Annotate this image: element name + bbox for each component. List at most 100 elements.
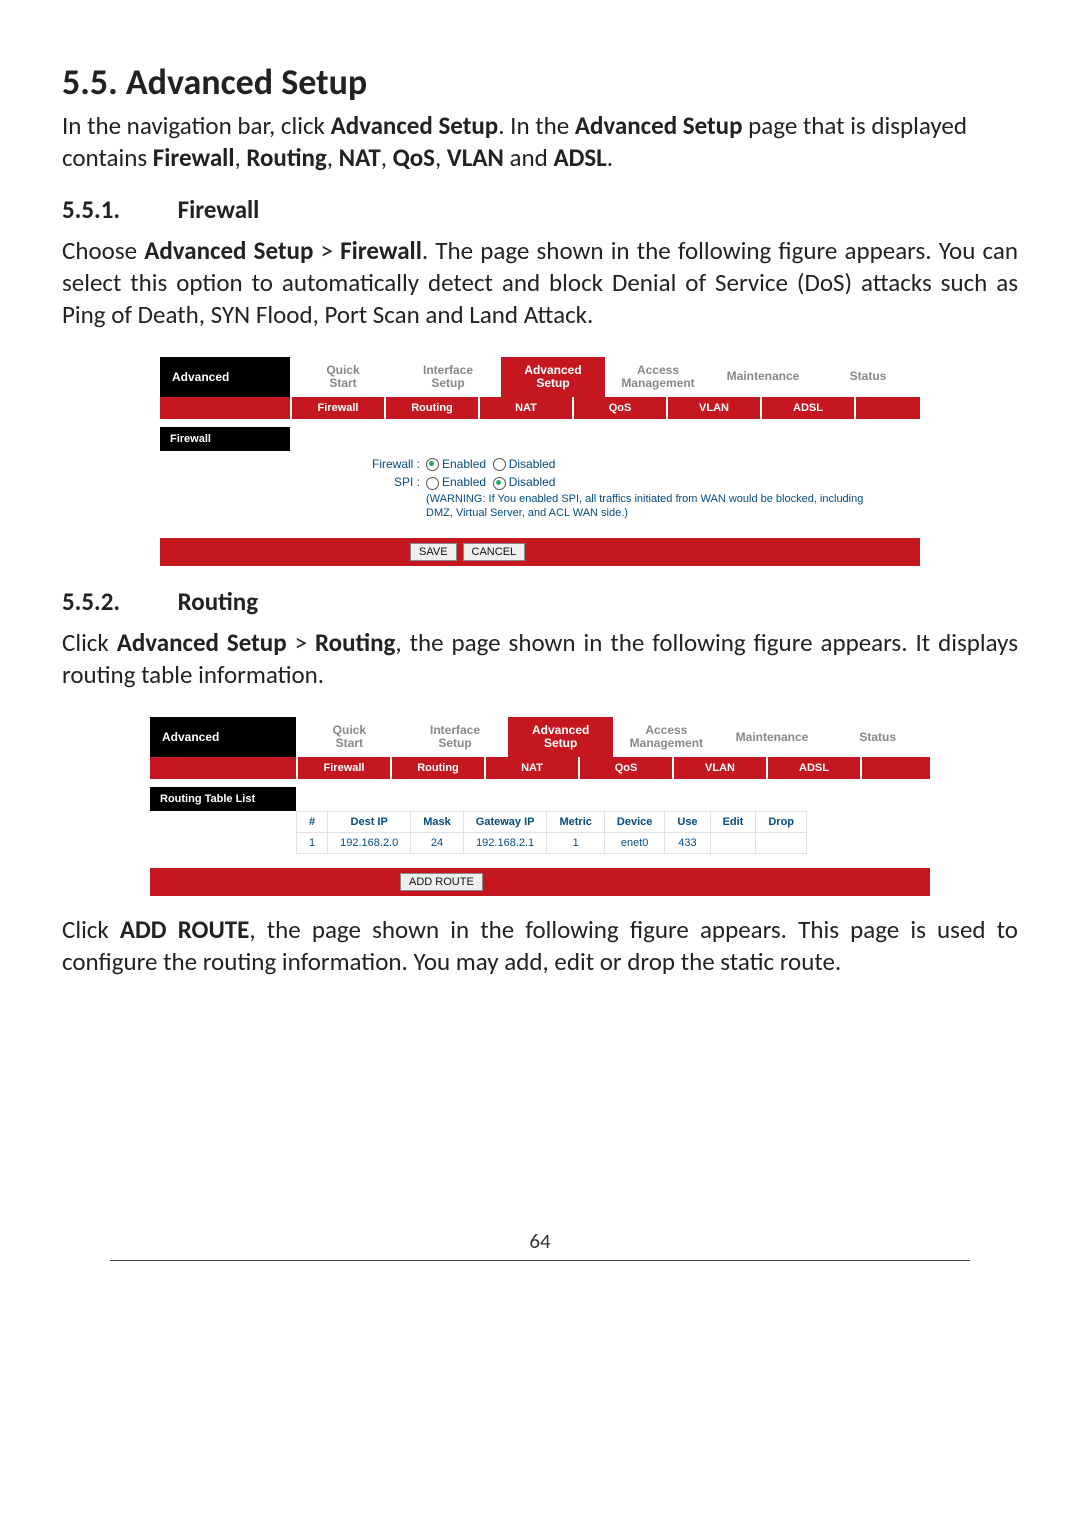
subtab-firewall[interactable]: Firewall — [296, 757, 390, 779]
txt: Setup — [431, 377, 464, 390]
section-right — [290, 427, 920, 451]
tab-status[interactable]: Status — [815, 357, 920, 397]
tab-access-management[interactable]: AccessManagement — [605, 357, 710, 397]
txt: VLAN — [705, 762, 735, 774]
add-route-button[interactable]: ADD ROUTE — [400, 873, 483, 891]
tab-quick-start[interactable]: QuickStart — [296, 717, 402, 757]
subtab-spacer — [150, 757, 296, 779]
txt: Routing — [315, 627, 395, 658]
table-row: 1 192.168.2.0 24 192.168.2.1 1 enet0 433 — [297, 833, 807, 854]
radio-spi-disabled[interactable] — [493, 477, 506, 490]
txt: Firewall — [170, 433, 211, 445]
subtab-adsl[interactable]: ADSL — [760, 397, 854, 419]
txt: ADD ROUTE — [120, 914, 249, 945]
txt: Disabled — [509, 475, 556, 489]
sub-tab-row: Firewall Routing NAT QoS VLAN ADSL — [150, 757, 930, 779]
subtab-qos[interactable]: QoS — [572, 397, 666, 419]
txt: Status — [850, 370, 887, 383]
routing-table-wrap: # Dest IP Mask Gateway IP Metric Device … — [150, 811, 930, 868]
page-footer: 64 — [62, 1228, 1018, 1261]
cancel-button[interactable]: CANCEL — [463, 543, 526, 561]
subtab-adsl[interactable]: ADSL — [766, 757, 860, 779]
txt: VLAN — [699, 402, 729, 414]
cell: 433 — [665, 833, 710, 854]
heading-num: 5.5.1. — [62, 194, 172, 225]
cell: 192.168.2.1 — [463, 833, 547, 854]
routing-paragraph: Click Advanced Setup > Routing, the page… — [62, 627, 1018, 691]
subtab-blank — [860, 757, 930, 779]
panel-title: Advanced — [150, 717, 296, 757]
txt: Advanced Setup — [117, 627, 287, 658]
subtab-vlan[interactable]: VLAN — [672, 757, 766, 779]
heading-title: Routing — [178, 586, 258, 617]
txt: ADSL — [799, 762, 829, 774]
radio-firewall-enabled[interactable] — [426, 458, 439, 471]
tab-interface-setup[interactable]: InterfaceSetup — [395, 357, 500, 397]
subtab-vlan[interactable]: VLAN — [666, 397, 760, 419]
subtab-firewall[interactable]: Firewall — [290, 397, 384, 419]
button-bar: ADD ROUTE — [150, 868, 930, 896]
tab-status[interactable]: Status — [824, 717, 930, 757]
tab-advanced-setup[interactable]: AdvancedSetup — [500, 357, 605, 397]
cell-drop[interactable] — [756, 833, 807, 854]
txt: QoS — [615, 762, 638, 774]
subtab-nat[interactable]: NAT — [484, 757, 578, 779]
radio-spi-enabled[interactable] — [426, 477, 439, 490]
txt: Status — [859, 731, 896, 744]
txt: QoS — [609, 402, 632, 414]
subtab-nat[interactable]: NAT — [478, 397, 572, 419]
col-device: Device — [604, 812, 664, 833]
radio-firewall-disabled[interactable] — [493, 458, 506, 471]
heading-5-5-text: 5.5. Advanced Setup — [62, 60, 367, 104]
button-bar: SAVE CANCEL — [160, 538, 920, 566]
txt: Click — [62, 914, 120, 945]
txt: Firewall — [340, 235, 422, 266]
tab-access-management[interactable]: AccessManagement — [613, 717, 719, 757]
firewall-options: Enabled Disabled — [426, 457, 920, 471]
txt: In the navigation bar, click — [62, 110, 331, 141]
spi-note-2: DMZ, Virtual Server, and ACL WAN side.) — [160, 506, 920, 520]
tab-maintenance[interactable]: Maintenance — [719, 717, 825, 757]
subtab-blank — [854, 397, 920, 419]
subtab-routing[interactable]: Routing — [390, 757, 484, 779]
cell: 192.168.2.0 — [328, 833, 411, 854]
txt: Start — [329, 377, 356, 390]
heading-title: Firewall — [178, 194, 260, 225]
txt: Routing Table List — [160, 793, 255, 805]
tab-advanced-setup[interactable]: AdvancedSetup — [507, 717, 613, 757]
txt: Advanced — [172, 370, 229, 384]
section-header-row: Firewall — [160, 427, 920, 451]
heading-5-5-1: 5.5.1. Firewall — [62, 194, 1018, 225]
table-header-row: # Dest IP Mask Gateway IP Metric Device … — [297, 812, 807, 833]
subtab-qos[interactable]: QoS — [578, 757, 672, 779]
subtab-routing[interactable]: Routing — [384, 397, 478, 419]
tab-interface-setup[interactable]: InterfaceSetup — [402, 717, 508, 757]
panel-title: Advanced — [160, 357, 290, 397]
txt: Routing — [246, 142, 326, 173]
cell-edit[interactable] — [710, 833, 756, 854]
txt: Enabled — [442, 457, 486, 471]
txt: Disabled — [509, 457, 556, 471]
txt: Routing — [417, 762, 459, 774]
gap — [160, 419, 920, 427]
txt: QoS — [393, 142, 435, 173]
page-number: 64 — [529, 1228, 550, 1254]
tab-quick-start[interactable]: QuickStart — [290, 357, 395, 397]
txt: Routing — [411, 402, 453, 414]
txt: NAT — [521, 762, 543, 774]
txt: Setup — [438, 737, 471, 750]
txt: NAT — [515, 402, 537, 414]
firewall-screenshot: Advanced QuickStart InterfaceSetup Advan… — [160, 357, 920, 566]
col-edit: Edit — [710, 812, 756, 833]
txt: Advanced Setup — [144, 235, 313, 266]
txt: , — [327, 142, 339, 173]
tab-maintenance[interactable]: Maintenance — [710, 357, 815, 397]
section-right — [296, 787, 930, 811]
txt: Click — [62, 627, 117, 658]
col-metric: Metric — [547, 812, 604, 833]
spi-options: Enabled Disabled — [426, 475, 920, 489]
save-button[interactable]: SAVE — [410, 543, 457, 561]
txt: Firewall — [318, 402, 359, 414]
firewall-row: Firewall : Enabled Disabled — [160, 455, 920, 473]
col-use: Use — [665, 812, 710, 833]
